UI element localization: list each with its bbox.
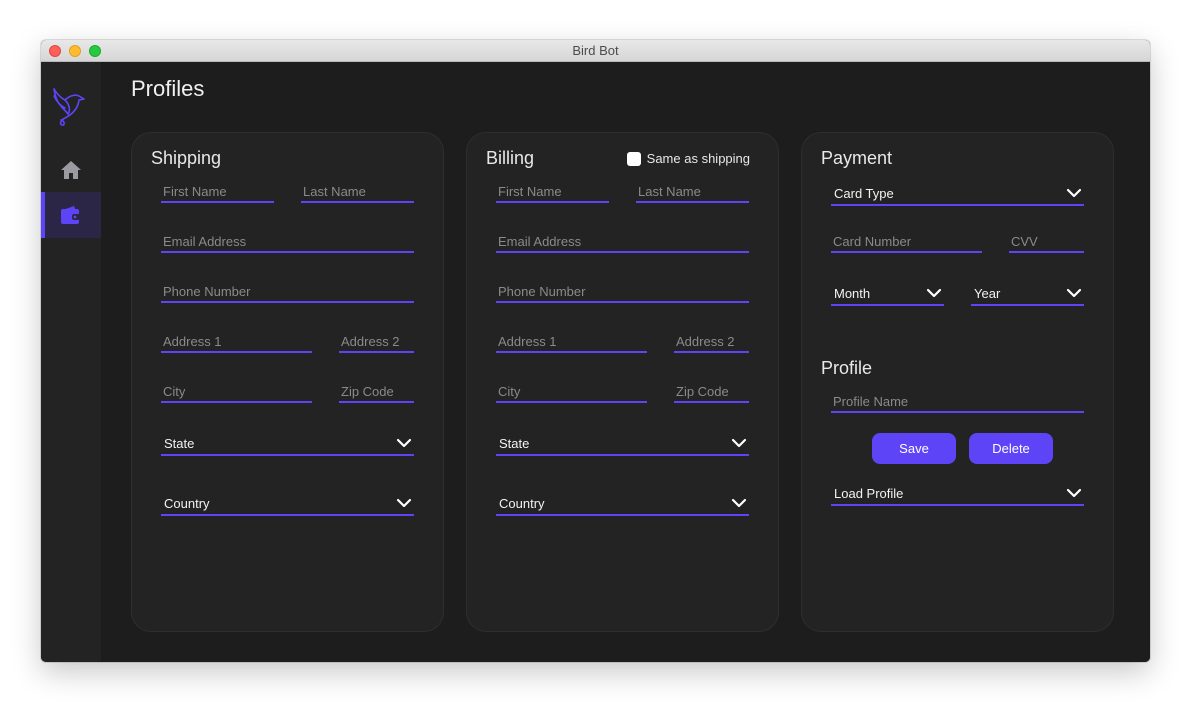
sidebar-item-home[interactable] <box>41 147 101 193</box>
chevron-down-icon <box>731 498 747 508</box>
year-value: Year <box>974 285 1001 301</box>
chevron-down-icon <box>396 498 412 508</box>
same-as-shipping-label: Same as shipping <box>646 151 750 166</box>
save-button[interactable]: Save <box>872 433 956 464</box>
shipping-address2-input[interactable] <box>339 331 414 351</box>
chevron-down-icon <box>396 438 412 448</box>
billing-email-input[interactable] <box>496 231 749 251</box>
minimize-window-button[interactable] <box>69 45 81 57</box>
page-title: Profiles <box>131 76 205 101</box>
billing-address1-field <box>496 331 647 353</box>
profile-title: Profile <box>821 358 873 378</box>
maximize-window-button[interactable] <box>89 45 101 57</box>
shipping-last-name-field <box>301 181 414 203</box>
chevron-down-icon <box>1066 488 1082 498</box>
billing-phone-field <box>496 281 749 303</box>
month-value: Month <box>834 285 871 301</box>
billing-email-field <box>496 231 749 253</box>
billing-first-name-field <box>496 181 609 203</box>
home-icon <box>61 161 81 179</box>
load-profile-select[interactable]: Load Profile <box>831 482 1084 506</box>
shipping-last-name-input[interactable] <box>301 181 414 201</box>
card-type-value: Card Type <box>834 185 894 201</box>
shipping-state-select[interactable]: State <box>161 432 414 456</box>
payment-title: Payment <box>821 148 893 168</box>
billing-city-input[interactable] <box>496 381 647 401</box>
billing-title: Billing <box>486 148 535 168</box>
cvv-field <box>1009 231 1084 253</box>
shipping-address1-input[interactable] <box>161 331 312 351</box>
shipping-address1-field <box>161 331 312 353</box>
sidebar <box>41 62 101 662</box>
billing-address2-input[interactable] <box>674 331 749 351</box>
shipping-city-input[interactable] <box>161 381 312 401</box>
shipping-city-field <box>161 381 312 403</box>
bird-logo-icon <box>51 84 91 128</box>
billing-state-select[interactable]: State <box>496 432 749 456</box>
shipping-first-name-field <box>161 181 274 203</box>
shipping-state-value: State <box>164 435 195 451</box>
load-profile-value: Load Profile <box>834 485 904 501</box>
shipping-zip-input[interactable] <box>339 381 414 401</box>
billing-zip-field <box>674 381 749 403</box>
shipping-country-value: Country <box>164 495 210 511</box>
shipping-email-input[interactable] <box>161 231 414 251</box>
chevron-down-icon <box>926 288 942 298</box>
billing-card: Billing Same as shipping First Name Last… <box>466 132 779 632</box>
chevron-down-icon <box>1066 288 1082 298</box>
shipping-country-select[interactable]: Country <box>161 492 414 516</box>
shipping-title: Shipping <box>151 148 222 168</box>
billing-last-name-input[interactable] <box>636 181 749 201</box>
billing-country-value: Country <box>499 495 545 511</box>
card-number-input[interactable] <box>831 231 982 251</box>
shipping-phone-input[interactable] <box>161 281 414 301</box>
shipping-card: Shipping First Name Last Name Email Addr… <box>131 132 444 632</box>
shipping-address2-field <box>339 331 414 353</box>
billing-address2-field <box>674 331 749 353</box>
billing-phone-input[interactable] <box>496 281 749 301</box>
billing-city-field <box>496 381 647 403</box>
billing-address1-input[interactable] <box>496 331 647 351</box>
chevron-down-icon <box>1066 188 1082 198</box>
close-window-button[interactable] <box>49 45 61 57</box>
window-title: Bird Bot <box>572 43 619 58</box>
shipping-zip-field <box>339 381 414 403</box>
shipping-phone-field <box>161 281 414 303</box>
month-select[interactable]: Month <box>831 282 944 306</box>
shipping-email-field <box>161 231 414 253</box>
same-as-shipping-toggle[interactable]: Same as shipping <box>626 151 750 166</box>
billing-state-value: State <box>499 435 530 451</box>
billing-country-select[interactable]: Country <box>496 492 749 516</box>
wallet-icon <box>61 206 80 224</box>
window-controls <box>49 45 101 57</box>
delete-button[interactable]: Delete <box>969 433 1053 464</box>
sidebar-item-profiles[interactable] <box>41 192 101 238</box>
profile-name-field <box>831 391 1084 413</box>
payment-card: Payment Card Type Month Year Profile <box>801 132 1114 632</box>
card-number-field <box>831 231 982 253</box>
app-window: Bird Bot Profiles Shipping First Name La… <box>41 40 1150 662</box>
billing-first-name-input[interactable] <box>496 181 609 201</box>
billing-zip-input[interactable] <box>674 381 749 401</box>
billing-last-name-field <box>636 181 749 203</box>
profile-name-input[interactable] <box>831 391 1084 411</box>
main-content: Profiles Shipping First Name Last Name E… <box>101 62 1150 662</box>
year-select[interactable]: Year <box>971 282 1084 306</box>
chevron-down-icon <box>731 438 747 448</box>
shipping-first-name-input[interactable] <box>161 181 274 201</box>
card-type-select[interactable]: Card Type <box>831 182 1084 206</box>
title-bar: Bird Bot <box>41 40 1150 62</box>
same-as-shipping-checkbox[interactable] <box>626 151 641 166</box>
cvv-input[interactable] <box>1009 231 1084 251</box>
